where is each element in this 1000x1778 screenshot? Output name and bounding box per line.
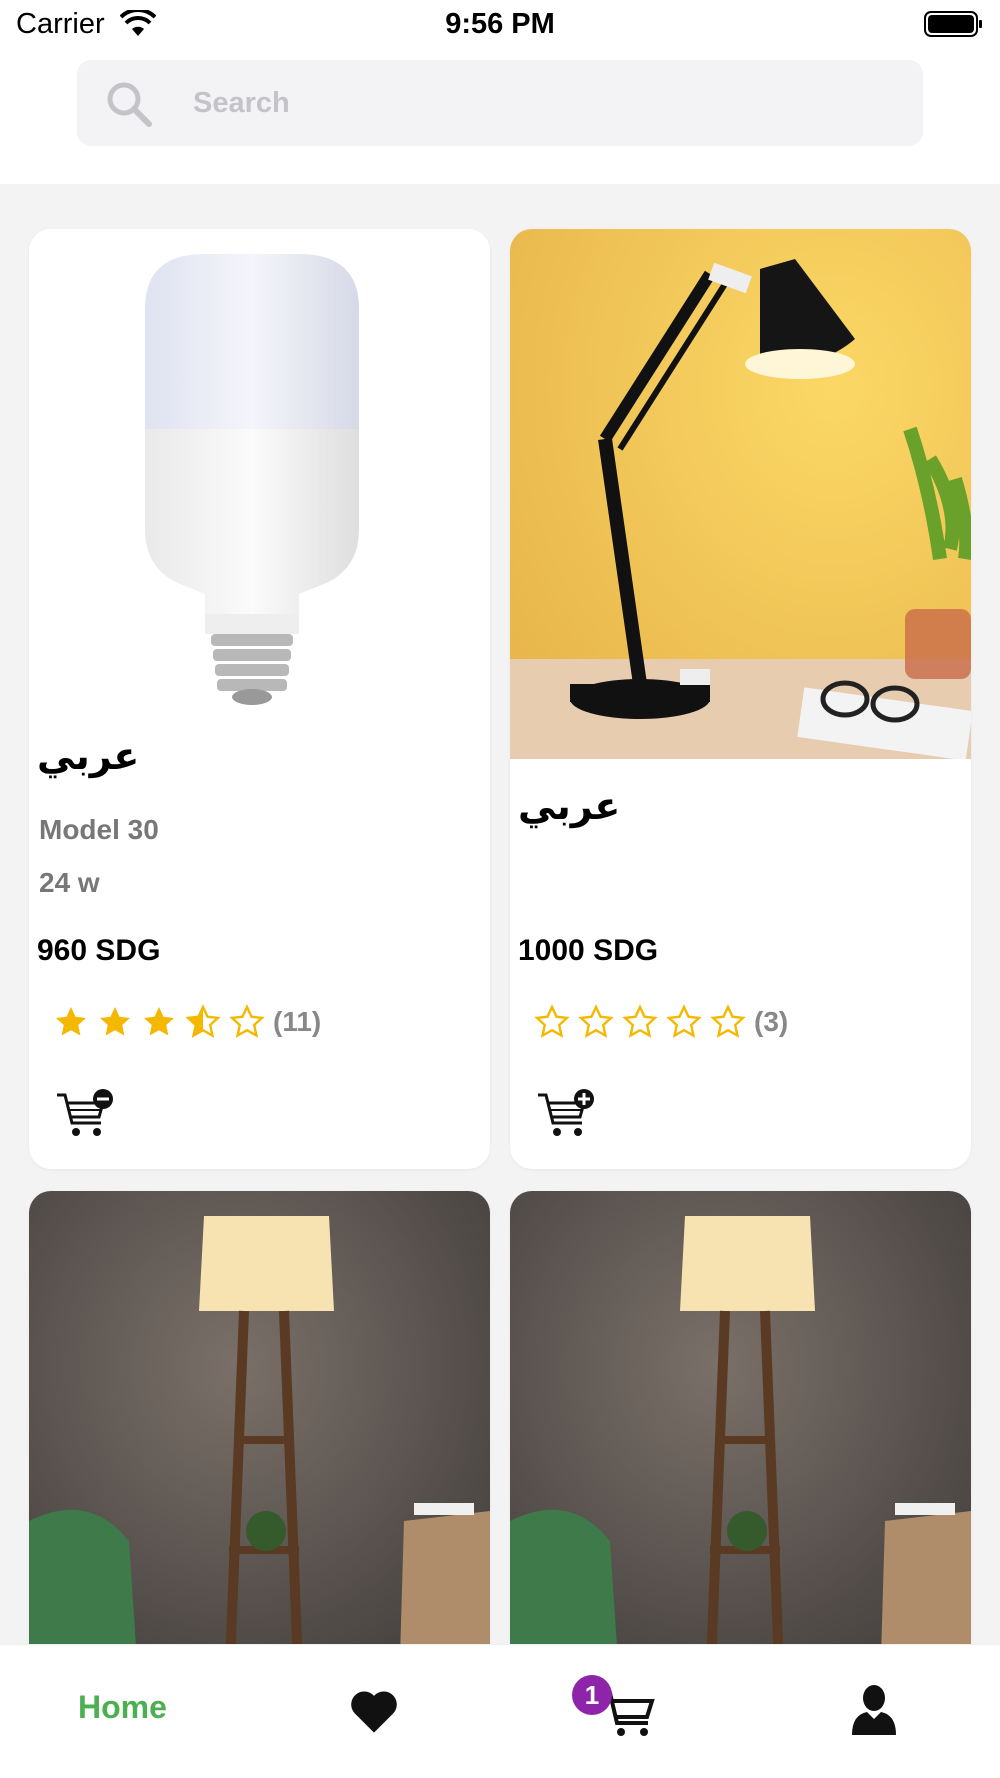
- clock: 9:56 PM: [445, 8, 555, 40]
- heart-icon[interactable]: [348, 1687, 400, 1735]
- search-icon: [107, 82, 152, 127]
- cart-badge: 1: [572, 1675, 612, 1715]
- star-empty-icon: [229, 1004, 265, 1038]
- product-image-floor-lamp: [29, 1191, 490, 1644]
- cart-add-icon[interactable]: [536, 1089, 598, 1141]
- star-empty-icon: [710, 1004, 746, 1038]
- star-empty-icon: [666, 1004, 702, 1038]
- product-image-bulb: [29, 229, 490, 719]
- product-card[interactable]: [510, 1191, 971, 1644]
- rating-count: (11): [273, 1006, 322, 1037]
- star-half-icon: [185, 1004, 221, 1038]
- search-input[interactable]: [193, 60, 893, 146]
- product-card[interactable]: عربي Model 30 24 w 960 SDG (11): [29, 229, 490, 1169]
- star-icon: [100, 1007, 130, 1036]
- star-empty-icon: [622, 1004, 658, 1038]
- cart-remove-icon[interactable]: [55, 1089, 117, 1141]
- star-empty-icon: [578, 1004, 614, 1038]
- battery-icon: [924, 11, 982, 37]
- star-icon: [56, 1007, 86, 1036]
- tab-bar: Home 1: [0, 1644, 1000, 1778]
- product-title: عربي: [518, 784, 621, 828]
- search-bar: [0, 52, 1000, 184]
- product-price: 1000 SDG: [518, 934, 659, 967]
- product-image-desk-lamp: [510, 229, 971, 759]
- tab-home[interactable]: Home: [78, 1689, 167, 1726]
- user-icon[interactable]: [850, 1683, 898, 1735]
- product-card[interactable]: [29, 1191, 490, 1644]
- rating-count: (3): [754, 1006, 789, 1037]
- product-title: عربي: [37, 734, 140, 778]
- product-model: Model 30: [39, 814, 159, 845]
- product-watt: 24 w: [39, 867, 100, 898]
- product-price: 960 SDG: [37, 934, 161, 967]
- rating: (3): [534, 1004, 788, 1040]
- product-card[interactable]: عربي 1000 SDG (3): [510, 229, 971, 1169]
- search-box[interactable]: [77, 60, 923, 146]
- product-image-floor-lamp: [510, 1191, 971, 1644]
- star-empty-icon: [534, 1004, 570, 1038]
- product-grid: عربي Model 30 24 w 960 SDG (11) عربي 100…: [0, 184, 1000, 1644]
- status-bar: Carrier 9:56 PM: [0, 0, 1000, 52]
- star-icon: [144, 1007, 174, 1036]
- rating: (11): [53, 1004, 321, 1040]
